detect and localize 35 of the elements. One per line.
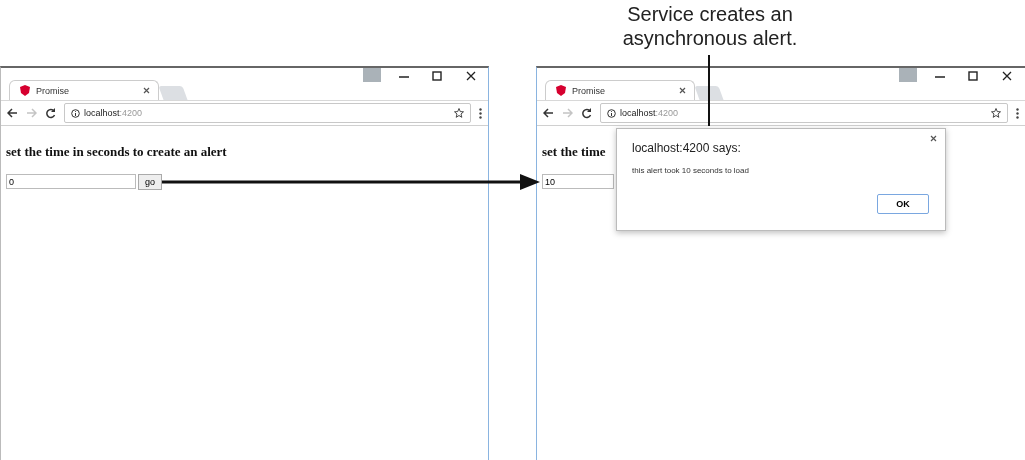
tab-title: Promise	[572, 85, 606, 96]
close-icon[interactable]	[930, 135, 937, 142]
star-icon[interactable]	[454, 108, 464, 118]
shield-icon	[556, 85, 566, 96]
dialog-message: this alert took 10 seconds to load	[632, 166, 749, 175]
back-icon[interactable]	[7, 108, 18, 118]
shield-icon	[20, 85, 30, 96]
address-bar[interactable]: localhost:4200	[64, 103, 471, 123]
menu-icon[interactable]	[1016, 107, 1019, 119]
tab-title: Promise	[36, 85, 70, 96]
dialog-title: localhost:4200 says:	[632, 141, 741, 155]
close-icon[interactable]	[143, 87, 150, 94]
callout-text: Service creates an asynchronous alert.	[621, 2, 799, 50]
leader-line	[708, 55, 710, 126]
ok-button[interactable]: OK	[877, 194, 929, 214]
address-bar[interactable]: localhost:4200	[600, 103, 1008, 123]
reload-icon[interactable]	[45, 107, 56, 119]
star-icon[interactable]	[991, 108, 1001, 118]
close-icon[interactable]	[466, 71, 476, 81]
maximize-icon[interactable]	[432, 71, 442, 81]
seconds-field[interactable]: 0	[6, 174, 136, 189]
close-icon[interactable]	[1002, 71, 1012, 81]
reload-icon[interactable]	[581, 107, 592, 119]
maximize-icon[interactable]	[968, 71, 978, 81]
info-icon	[71, 108, 80, 118]
close-icon[interactable]	[679, 87, 686, 94]
page-heading: set the time	[542, 144, 606, 160]
seconds-field[interactable]: 10	[542, 174, 614, 189]
info-icon	[607, 108, 616, 118]
page-heading: set the time in seconds to create an alert	[6, 144, 227, 160]
browser-tab[interactable]: Promise	[9, 80, 159, 100]
go-button[interactable]: go	[138, 174, 162, 190]
back-icon[interactable]	[543, 108, 554, 118]
browser-tab[interactable]: Promise	[545, 80, 695, 100]
menu-icon[interactable]	[479, 107, 482, 119]
